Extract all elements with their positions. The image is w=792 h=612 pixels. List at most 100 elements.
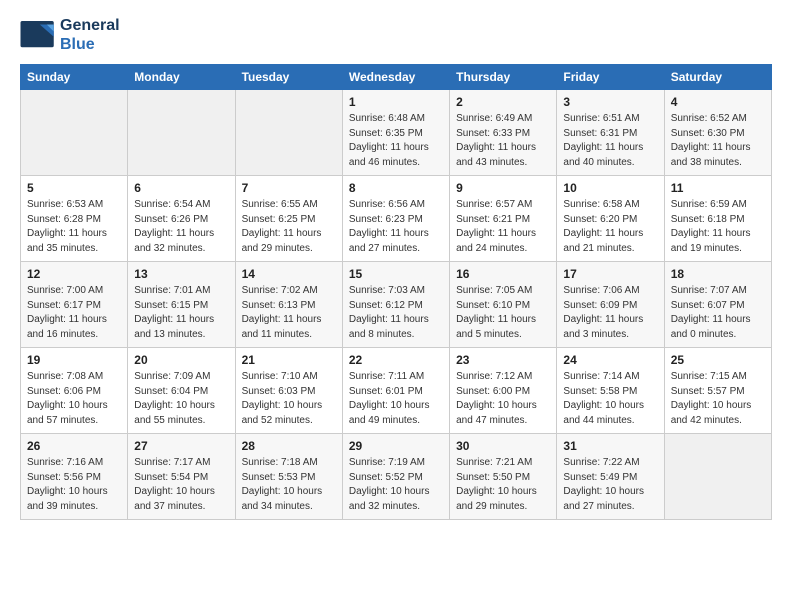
calendar-day-cell: 23 Sunrise: 7:12 AM Sunset: 6:00 PM Dayli… xyxy=(450,348,557,434)
calendar-header: General Blue xyxy=(20,16,772,54)
day-info: Sunrise: 6:52 AM Sunset: 6:30 PM Dayligh… xyxy=(671,112,765,170)
calendar-day-cell: 22 Sunrise: 7:11 AM Sunset: 6:01 PM Dayli… xyxy=(342,348,449,434)
calendar-day-cell: 19 Sunrise: 7:08 AM Sunset: 6:06 PM Dayli… xyxy=(21,348,128,434)
calendar-day-cell xyxy=(128,90,235,176)
calendar-day-cell: 4 Sunrise: 6:52 AM Sunset: 6:30 PM Daylig… xyxy=(664,90,771,176)
day-number: 16 xyxy=(456,267,550,281)
day-info: Sunrise: 6:56 AM Sunset: 6:23 PM Dayligh… xyxy=(349,198,443,256)
day-info: Sunrise: 7:18 AM Sunset: 5:53 PM Dayligh… xyxy=(242,456,336,514)
day-number: 25 xyxy=(671,353,765,367)
day-number: 22 xyxy=(349,353,443,367)
day-info: Sunrise: 7:10 AM Sunset: 6:03 PM Dayligh… xyxy=(242,370,336,428)
calendar-table: SundayMondayTuesdayWednesdayThursdayFrid… xyxy=(20,64,772,520)
day-number: 1 xyxy=(349,95,443,109)
day-info: Sunrise: 6:49 AM Sunset: 6:33 PM Dayligh… xyxy=(456,112,550,170)
calendar-day-cell: 5 Sunrise: 6:53 AM Sunset: 6:28 PM Daylig… xyxy=(21,176,128,262)
day-info: Sunrise: 6:51 AM Sunset: 6:31 PM Dayligh… xyxy=(563,112,657,170)
day-number: 21 xyxy=(242,353,336,367)
day-of-week-header: Tuesday xyxy=(235,65,342,90)
calendar-day-cell: 2 Sunrise: 6:49 AM Sunset: 6:33 PM Daylig… xyxy=(450,90,557,176)
day-number: 13 xyxy=(134,267,228,281)
day-info: Sunrise: 7:07 AM Sunset: 6:07 PM Dayligh… xyxy=(671,284,765,342)
calendar-week-row: 5 Sunrise: 6:53 AM Sunset: 6:28 PM Daylig… xyxy=(21,176,772,262)
day-number: 7 xyxy=(242,181,336,195)
calendar-day-cell: 31Sunrise: 7:22 AM Sunset: 5:49 PM Dayli… xyxy=(557,434,664,520)
day-info: Sunrise: 6:57 AM Sunset: 6:21 PM Dayligh… xyxy=(456,198,550,256)
day-number: 23 xyxy=(456,353,550,367)
day-of-week-header: Friday xyxy=(557,65,664,90)
day-info: Sunrise: 7:15 AM Sunset: 5:57 PM Dayligh… xyxy=(671,370,765,428)
calendar-day-cell: 7 Sunrise: 6:55 AM Sunset: 6:25 PM Daylig… xyxy=(235,176,342,262)
calendar-day-cell: 21 Sunrise: 7:10 AM Sunset: 6:03 PM Dayli… xyxy=(235,348,342,434)
calendar-day-cell: 9 Sunrise: 6:57 AM Sunset: 6:21 PM Daylig… xyxy=(450,176,557,262)
day-number: 6 xyxy=(134,181,228,195)
day-number: 12 xyxy=(27,267,121,281)
day-number: 20 xyxy=(134,353,228,367)
day-number: 19 xyxy=(27,353,121,367)
day-of-week-header: Monday xyxy=(128,65,235,90)
day-number: 28 xyxy=(242,439,336,453)
day-info: Sunrise: 7:08 AM Sunset: 6:06 PM Dayligh… xyxy=(27,370,121,428)
calendar-day-cell: 30 Sunrise: 7:21 AM Sunset: 5:50 PM Dayli… xyxy=(450,434,557,520)
day-info: Sunrise: 7:16 AM Sunset: 5:56 PM Dayligh… xyxy=(27,456,121,514)
day-of-week-header: Wednesday xyxy=(342,65,449,90)
calendar-day-cell: 17 Sunrise: 7:06 AM Sunset: 6:09 PM Dayli… xyxy=(557,262,664,348)
calendar-day-cell: 11 Sunrise: 6:59 AM Sunset: 6:18 PM Dayli… xyxy=(664,176,771,262)
calendar-day-cell: 1Sunrise: 6:48 AM Sunset: 6:35 PM Daylig… xyxy=(342,90,449,176)
calendar-day-cell xyxy=(664,434,771,520)
day-number: 29 xyxy=(349,439,443,453)
day-of-week-header: Sunday xyxy=(21,65,128,90)
day-number: 5 xyxy=(27,181,121,195)
calendar-day-cell: 8 Sunrise: 6:56 AM Sunset: 6:23 PM Daylig… xyxy=(342,176,449,262)
day-number: 15 xyxy=(349,267,443,281)
day-info: Sunrise: 7:09 AM Sunset: 6:04 PM Dayligh… xyxy=(134,370,228,428)
day-info: Sunrise: 7:11 AM Sunset: 6:01 PM Dayligh… xyxy=(349,370,443,428)
day-info: Sunrise: 7:03 AM Sunset: 6:12 PM Dayligh… xyxy=(349,284,443,342)
day-info: Sunrise: 6:58 AM Sunset: 6:20 PM Dayligh… xyxy=(563,198,657,256)
day-info: Sunrise: 7:05 AM Sunset: 6:10 PM Dayligh… xyxy=(456,284,550,342)
calendar-day-cell: 13Sunrise: 7:01 AM Sunset: 6:15 PM Dayli… xyxy=(128,262,235,348)
calendar-day-cell: 15 Sunrise: 7:03 AM Sunset: 6:12 PM Dayli… xyxy=(342,262,449,348)
calendar-week-row: 19 Sunrise: 7:08 AM Sunset: 6:06 PM Dayli… xyxy=(21,348,772,434)
calendar-day-cell: 10 Sunrise: 6:58 AM Sunset: 6:20 PM Dayli… xyxy=(557,176,664,262)
day-number: 2 xyxy=(456,95,550,109)
day-info: Sunrise: 7:12 AM Sunset: 6:00 PM Dayligh… xyxy=(456,370,550,428)
calendar-day-cell: 6 Sunrise: 6:54 AM Sunset: 6:26 PM Daylig… xyxy=(128,176,235,262)
day-number: 4 xyxy=(671,95,765,109)
day-info: Sunrise: 7:06 AM Sunset: 6:09 PM Dayligh… xyxy=(563,284,657,342)
day-number: 11 xyxy=(671,181,765,195)
day-number: 14 xyxy=(242,267,336,281)
calendar-week-row: 1Sunrise: 6:48 AM Sunset: 6:35 PM Daylig… xyxy=(21,90,772,176)
calendar-day-cell: 14 Sunrise: 7:02 AM Sunset: 6:13 PM Dayli… xyxy=(235,262,342,348)
day-number: 30 xyxy=(456,439,550,453)
calendar-day-cell xyxy=(235,90,342,176)
day-info: Sunrise: 7:14 AM Sunset: 5:58 PM Dayligh… xyxy=(563,370,657,428)
calendar-day-cell: 18 Sunrise: 7:07 AM Sunset: 6:07 PM Dayli… xyxy=(664,262,771,348)
day-info: Sunrise: 6:54 AM Sunset: 6:26 PM Dayligh… xyxy=(134,198,228,256)
day-info: Sunrise: 7:22 AM Sunset: 5:49 PM Dayligh… xyxy=(563,456,657,514)
day-number: 27 xyxy=(134,439,228,453)
calendar-day-cell: 16 Sunrise: 7:05 AM Sunset: 6:10 PM Dayli… xyxy=(450,262,557,348)
calendar-day-cell xyxy=(21,90,128,176)
day-info: Sunrise: 6:53 AM Sunset: 6:28 PM Dayligh… xyxy=(27,198,121,256)
day-info: Sunrise: 7:00 AM Sunset: 6:17 PM Dayligh… xyxy=(27,284,121,342)
logo-text: General Blue xyxy=(60,16,120,54)
day-info: Sunrise: 6:55 AM Sunset: 6:25 PM Dayligh… xyxy=(242,198,336,256)
day-info: Sunrise: 7:21 AM Sunset: 5:50 PM Dayligh… xyxy=(456,456,550,514)
day-number: 8 xyxy=(349,181,443,195)
day-number: 18 xyxy=(671,267,765,281)
day-number: 17 xyxy=(563,267,657,281)
logo-icon xyxy=(20,21,56,49)
calendar-day-cell: 24Sunrise: 7:14 AM Sunset: 5:58 PM Dayli… xyxy=(557,348,664,434)
day-number: 10 xyxy=(563,181,657,195)
day-of-week-header: Saturday xyxy=(664,65,771,90)
calendar-page: General Blue SundayMondayTuesdayWednesda… xyxy=(0,0,792,536)
day-number: 9 xyxy=(456,181,550,195)
day-info: Sunrise: 7:19 AM Sunset: 5:52 PM Dayligh… xyxy=(349,456,443,514)
logo: General Blue xyxy=(20,16,120,54)
day-info: Sunrise: 6:59 AM Sunset: 6:18 PM Dayligh… xyxy=(671,198,765,256)
calendar-day-cell: 26Sunrise: 7:16 AM Sunset: 5:56 PM Dayli… xyxy=(21,434,128,520)
day-info: Sunrise: 7:02 AM Sunset: 6:13 PM Dayligh… xyxy=(242,284,336,342)
calendar-day-cell: 20 Sunrise: 7:09 AM Sunset: 6:04 PM Dayli… xyxy=(128,348,235,434)
calendar-header-row: SundayMondayTuesdayWednesdayThursdayFrid… xyxy=(21,65,772,90)
